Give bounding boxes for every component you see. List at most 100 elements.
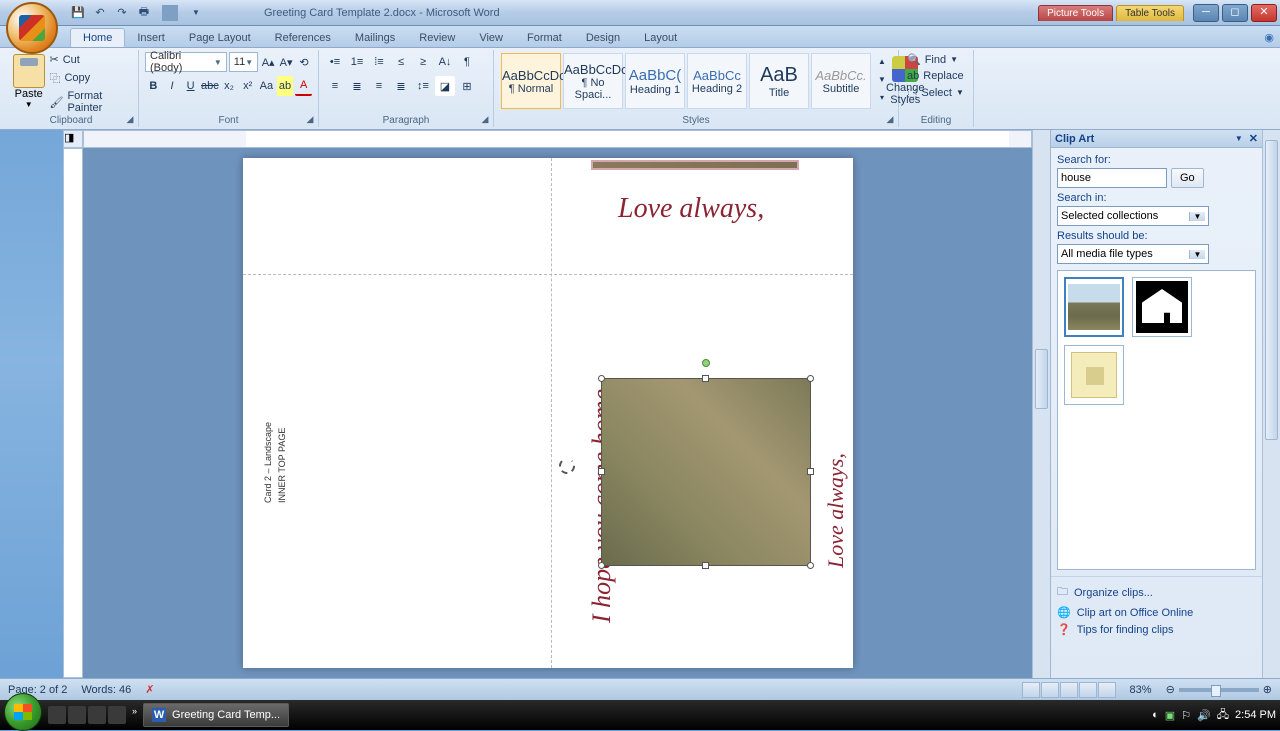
shrink-font-icon[interactable]: A▾	[278, 52, 294, 72]
font-name-combo[interactable]: Calibri (Body)▼	[145, 52, 227, 72]
numbering-button[interactable]: 1≡	[347, 52, 367, 72]
close-button[interactable]: ✕	[1251, 4, 1277, 22]
style-title[interactable]: AaBTitle	[749, 53, 809, 109]
tab-references[interactable]: References	[263, 29, 343, 47]
quick-launch-more[interactable]: »	[132, 706, 137, 724]
redo-icon[interactable]: ↷	[114, 5, 130, 21]
result-3[interactable]	[1064, 345, 1124, 405]
pane-close-icon[interactable]: ✕	[1249, 132, 1258, 145]
tab-page-layout[interactable]: Page Layout	[177, 29, 263, 47]
pane-scrollbar[interactable]	[1262, 130, 1280, 678]
result-2[interactable]	[1132, 277, 1192, 337]
style-subtitle[interactable]: AaBbCc.Subtitle	[811, 53, 871, 109]
document-page[interactable]: Love always, I hope you come home Love a…	[243, 158, 853, 668]
table-tools-tab[interactable]: Table Tools	[1116, 5, 1184, 21]
handle-b[interactable]	[702, 562, 709, 569]
handle-t[interactable]	[702, 375, 709, 382]
font-color-button[interactable]: A	[295, 76, 312, 96]
minimize-button[interactable]: ─	[1193, 4, 1219, 22]
find-button[interactable]: 🔍Find▼	[905, 52, 967, 67]
draft-view[interactable]	[1098, 682, 1116, 698]
sort-button[interactable]: A↓	[435, 52, 455, 72]
zoom-percent[interactable]: 83%	[1130, 684, 1152, 696]
cut-button[interactable]: ✂Cut	[47, 52, 132, 67]
start-button[interactable]	[4, 693, 42, 731]
full-screen-view[interactable]	[1041, 682, 1059, 698]
print-layout-view[interactable]	[1022, 682, 1040, 698]
style-no-spacing[interactable]: AaBbCcDc¶ No Spaci...	[563, 53, 623, 109]
font-size-combo[interactable]: 11▼	[229, 52, 258, 72]
quick-launch-2[interactable]	[68, 706, 86, 724]
go-button[interactable]: Go	[1171, 168, 1204, 188]
quick-launch-3[interactable]	[88, 706, 106, 724]
tab-insert[interactable]: Insert	[125, 29, 177, 47]
handle-bl[interactable]	[598, 562, 605, 569]
search-input[interactable]	[1057, 168, 1167, 188]
outline-view[interactable]	[1079, 682, 1097, 698]
office-online-link[interactable]: 🌐Clip art on Office Online	[1057, 604, 1256, 621]
bullets-button[interactable]: •≡	[325, 52, 345, 72]
love-text-2[interactable]: Love always,	[823, 453, 849, 568]
pane-dropdown-icon[interactable]: ▼	[1235, 134, 1243, 143]
zoom-out-button[interactable]: ⊖	[1166, 683, 1175, 696]
taskbar-word[interactable]: W Greeting Card Temp...	[143, 703, 289, 727]
style-heading-1[interactable]: AaBbC(Heading 1	[625, 53, 685, 109]
spell-icon[interactable]: ✗	[145, 683, 154, 696]
align-left-button[interactable]: ≡	[325, 76, 345, 96]
select-button[interactable]: ⬚Select▼	[905, 85, 967, 100]
save-icon[interactable]: 💾	[70, 5, 86, 21]
undo-icon[interactable]: ↶	[92, 5, 108, 21]
line-spacing-button[interactable]: ↕≡	[413, 76, 433, 96]
selected-image[interactable]	[601, 378, 811, 566]
clear-format-icon[interactable]: ⟲	[296, 52, 312, 72]
quick-launch-4[interactable]	[108, 706, 126, 724]
clock[interactable]: 2:54 PM	[1235, 709, 1276, 721]
vertical-scrollbar[interactable]	[1032, 130, 1050, 678]
horizontal-ruler[interactable]	[83, 130, 1032, 148]
replace-button[interactable]: abReplace	[905, 69, 967, 83]
handle-tl[interactable]	[598, 375, 605, 382]
copy-button[interactable]: ⿻Copy	[47, 69, 132, 87]
underline-button[interactable]: U	[182, 76, 199, 96]
paste-button[interactable]: Paste ▼	[10, 52, 47, 114]
tray-network-icon[interactable]: 🖧	[1217, 706, 1229, 725]
highlight-button[interactable]: ab	[277, 76, 294, 96]
document-area[interactable]: Love always, I hope you come home Love a…	[83, 148, 1032, 678]
search-in-combo[interactable]: Selected collections▼	[1057, 206, 1209, 226]
qat-dropdown-icon[interactable]: ▼	[188, 5, 204, 21]
clipboard-launcher[interactable]: ◢	[124, 113, 136, 125]
handle-br[interactable]	[807, 562, 814, 569]
show-marks-button[interactable]: ¶	[457, 52, 477, 72]
tray-icon-1[interactable]: ◐	[1152, 709, 1159, 721]
rotate-handle[interactable]	[702, 359, 710, 367]
tab-view[interactable]: View	[467, 29, 515, 47]
grow-font-icon[interactable]: A▴	[260, 52, 276, 72]
shading-button[interactable]: ◪	[435, 76, 455, 96]
result-1[interactable]	[1064, 277, 1124, 337]
tab-review[interactable]: Review	[407, 29, 467, 47]
format-painter-button[interactable]: 🖌Format Painter	[47, 89, 132, 115]
strike-button[interactable]: abc	[201, 76, 219, 96]
vertical-ruler[interactable]	[63, 148, 83, 678]
change-case-button[interactable]: Aa	[258, 76, 275, 96]
web-layout-view[interactable]	[1060, 682, 1078, 698]
handle-tr[interactable]	[807, 375, 814, 382]
office-button[interactable]	[6, 2, 58, 54]
zoom-slider[interactable]	[1179, 688, 1259, 692]
help-icon[interactable]: ◉	[1258, 28, 1280, 47]
tab-format[interactable]: Format	[515, 29, 574, 47]
indent-right-button[interactable]: ≥	[413, 52, 433, 72]
superscript-button[interactable]: x²	[239, 76, 256, 96]
clipart-pane-header[interactable]: Clip Art ▼ ✕	[1051, 130, 1262, 148]
handle-l[interactable]	[598, 468, 605, 475]
maximize-button[interactable]: ◻	[1222, 4, 1248, 22]
borders-button[interactable]: ⊞	[457, 76, 477, 96]
print-icon[interactable]: 🖶	[136, 5, 152, 21]
styles-launcher[interactable]: ◢	[884, 113, 896, 125]
scrollbar-thumb[interactable]	[1035, 349, 1048, 409]
tab-mailings[interactable]: Mailings	[343, 29, 407, 47]
picture-tools-tab[interactable]: Picture Tools	[1038, 5, 1113, 21]
results-combo[interactable]: All media file types▼	[1057, 244, 1209, 264]
love-text[interactable]: Love always,	[618, 193, 764, 225]
quick-launch-1[interactable]	[48, 706, 66, 724]
